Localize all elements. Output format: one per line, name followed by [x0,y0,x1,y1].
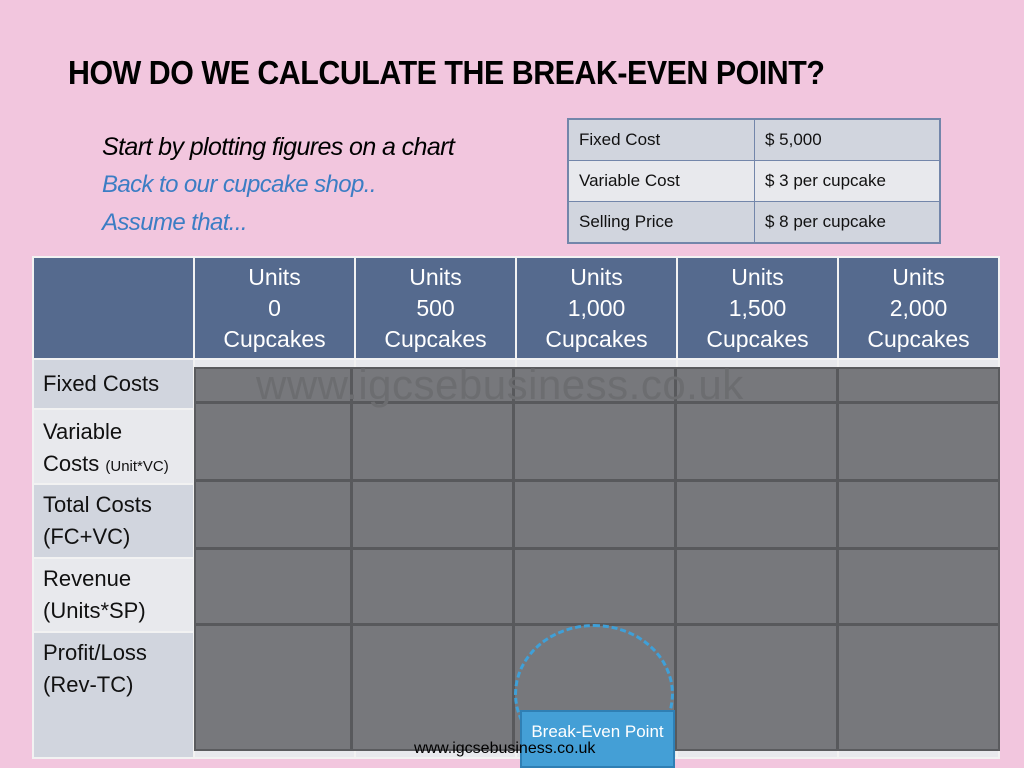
cover-gridline [350,369,353,749]
column-header: Units 2,000 Cupcakes [837,256,1000,360]
footer-url: www.igcsebusiness.co.uk [414,740,596,757]
column-header: Units 0 Cupcakes [193,256,356,360]
cover-gridline [836,369,839,749]
assumption-key: Selling Price [567,201,755,244]
column-header: Units 1,000 Cupcakes [515,256,678,360]
cover-gridline [674,369,677,749]
row-label: Variable Costs (Unit*VC) [32,408,195,485]
cover-gridline [196,479,998,482]
assumption-row: Fixed Cost $ 5,000 [567,118,941,161]
column-header: Units 1,500 Cupcakes [676,256,839,360]
intro-text: Start by plotting figures on a chart Bac… [102,130,455,244]
row-label: Profit/Loss (Rev-TC) [32,631,195,759]
row-label: Total Costs (FC+VC) [32,483,195,559]
cover-gridline [196,547,998,550]
assumption-row: Selling Price $ 8 per cupcake [567,201,941,244]
column-header: Units 500 Cupcakes [354,256,517,360]
row-label: Fixed Costs [32,358,195,410]
assumption-value: $ 8 per cupcake [754,201,941,244]
assumption-value: $ 3 per cupcake [754,160,941,202]
intro-line: Start by plotting figures on a chart [102,133,455,161]
row-label: Revenue (Units*SP) [32,557,195,633]
assumption-row: Variable Cost $ 3 per cupcake [567,160,941,202]
watermark: www.igcsebusiness.co.uk [256,361,744,408]
intro-line: Back to our cupcake shop.. [102,171,377,198]
header-row: Units 0 Cupcakes Units 500 Cupcakes Units 1,0… [32,256,1000,360]
assumptions-table: Fixed Cost $ 5,000 Variable Cost $ 3 per… [567,118,941,244]
intro-line: Assume that... [102,209,248,236]
assumption-value: $ 5,000 [754,118,941,161]
break-even-point-callout: Break-Even Point [520,710,675,768]
assumption-key: Variable Cost [567,160,755,202]
corner-header [32,256,195,360]
assumption-key: Fixed Cost [567,118,755,161]
slide-title: HOW DO WE CALCULATE THE BREAK-EVEN POINT… [68,54,825,91]
